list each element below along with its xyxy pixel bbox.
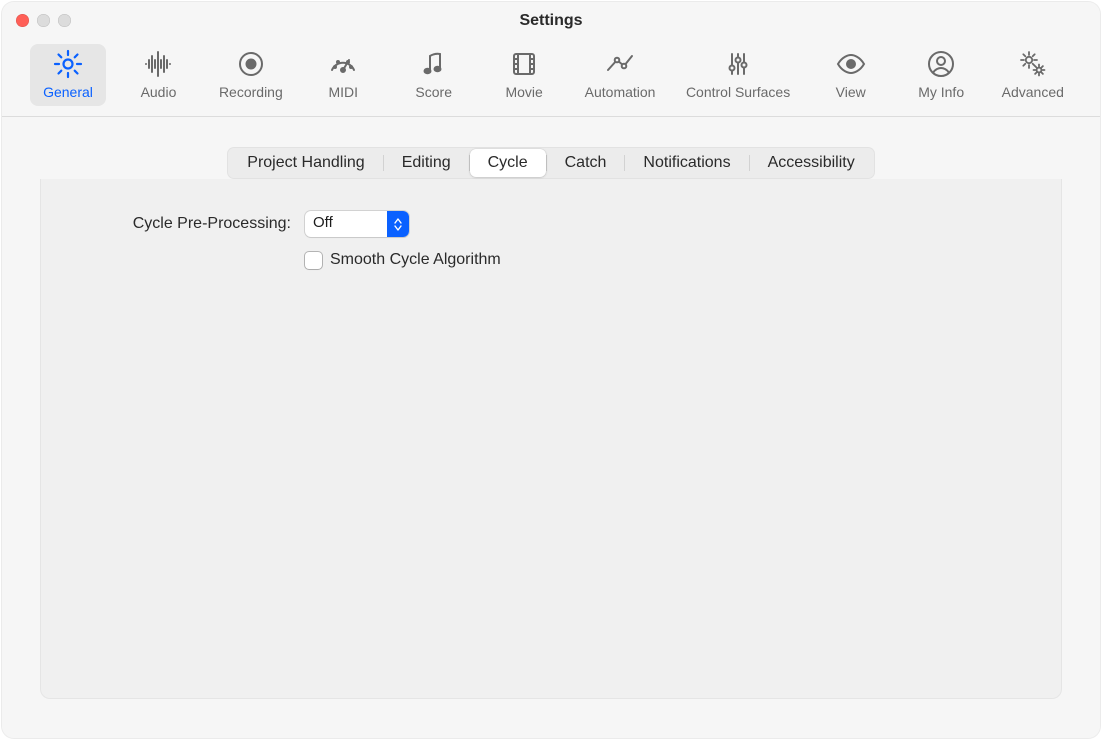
tab-accessibility[interactable]: Accessibility — [750, 149, 873, 177]
toolbar-label: My Info — [918, 84, 964, 100]
window-title: Settings — [519, 12, 582, 30]
gauge-icon — [327, 48, 359, 80]
select-value: Off — [305, 211, 387, 237]
smooth-cycle-label: Smooth Cycle Algorithm — [330, 251, 501, 269]
person-circle-icon — [925, 48, 957, 80]
film-icon — [508, 48, 540, 80]
tab-panel-cycle: Cycle Pre-Processing: Off Smooth Cycle A… — [40, 179, 1062, 699]
minimize-button[interactable] — [37, 14, 50, 27]
toolbar-label: MIDI — [328, 84, 358, 100]
toolbar-label: Movie — [505, 84, 542, 100]
zoom-button[interactable] — [58, 14, 71, 27]
toolbar-item-advanced[interactable]: Advanced — [994, 44, 1072, 106]
toolbar-item-my-info[interactable]: My Info — [903, 44, 979, 106]
toolbar-label: General — [43, 84, 93, 100]
segmented-control: Project Handling Editing Cycle Catch Not… — [227, 147, 874, 179]
select-stepper-icon — [387, 211, 409, 237]
record-icon — [235, 48, 267, 80]
toolbar-item-view[interactable]: View — [813, 44, 889, 106]
toolbar-label: Audio — [141, 84, 177, 100]
tab-cycle[interactable]: Cycle — [470, 149, 546, 177]
preferences-toolbar: General Audio Recording — [2, 40, 1100, 117]
automation-icon — [604, 48, 636, 80]
toolbar-label: Score — [415, 84, 452, 100]
gears-icon — [1017, 48, 1049, 80]
content-area: Project Handling Editing Cycle Catch Not… — [2, 117, 1100, 738]
toolbar-label: Advanced — [1002, 84, 1064, 100]
settings-window: Settings General Audio — [2, 2, 1100, 738]
tab-editing[interactable]: Editing — [384, 149, 469, 177]
tab-catch[interactable]: Catch — [547, 149, 625, 177]
waveform-icon — [142, 48, 174, 80]
toolbar-item-automation[interactable]: Automation — [577, 44, 664, 106]
toolbar-item-movie[interactable]: Movie — [486, 44, 562, 106]
toolbar-item-audio[interactable]: Audio — [120, 44, 196, 106]
close-button[interactable] — [16, 14, 29, 27]
cycle-preprocessing-select[interactable]: Off — [305, 211, 409, 237]
smooth-cycle-checkbox[interactable] — [305, 252, 322, 269]
music-notes-icon — [418, 48, 450, 80]
toolbar-item-midi[interactable]: MIDI — [305, 44, 381, 106]
sliders-icon — [722, 48, 754, 80]
toolbar-item-score[interactable]: Score — [396, 44, 472, 106]
tab-project-handling[interactable]: Project Handling — [229, 149, 382, 177]
titlebar: Settings — [2, 2, 1100, 40]
cycle-preprocessing-label: Cycle Pre-Processing: — [71, 215, 291, 233]
toolbar-label: View — [836, 84, 866, 100]
window-controls — [16, 14, 71, 27]
toolbar-item-control-surfaces[interactable]: Control Surfaces — [678, 44, 798, 106]
toolbar-label: Recording — [219, 84, 283, 100]
toolbar-label: Automation — [585, 84, 656, 100]
toolbar-item-recording[interactable]: Recording — [211, 44, 291, 106]
toolbar-item-general[interactable]: General — [30, 44, 106, 106]
tab-notifications[interactable]: Notifications — [625, 149, 748, 177]
subtab-bar: Project Handling Editing Cycle Catch Not… — [40, 147, 1062, 179]
toolbar-label: Control Surfaces — [686, 84, 790, 100]
gear-icon — [52, 48, 84, 80]
eye-icon — [835, 48, 867, 80]
